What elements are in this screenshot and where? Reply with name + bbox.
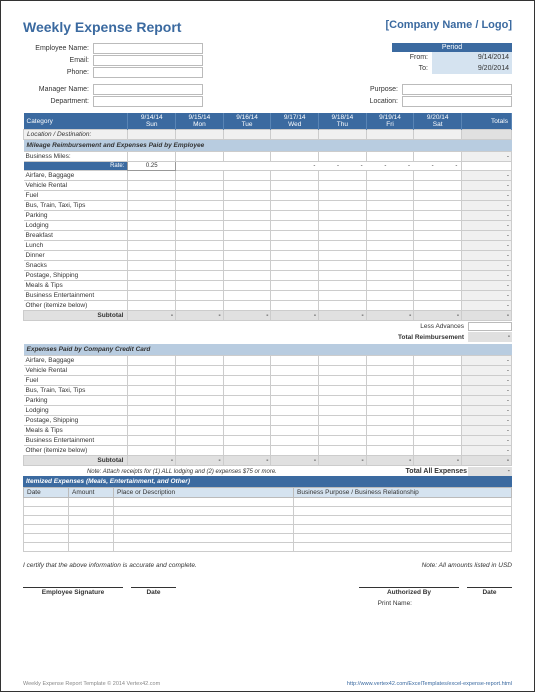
itemized-col-place: Place or Description (114, 488, 294, 498)
subtotal1-label: Subtotal (24, 311, 128, 321)
page-title: Weekly Expense Report (23, 19, 181, 35)
total-reimb-value: - (468, 332, 512, 342)
purpose-info-block: Purpose: Location: (352, 84, 512, 107)
itemized-col-date: Date (24, 488, 69, 498)
total-all-value: - (468, 467, 512, 476)
expense-row-label: Business Entertainment (24, 436, 128, 446)
location-field[interactable] (402, 96, 512, 107)
day-header-1: 9/15/14Mon (176, 113, 224, 130)
expense-row-label: Breakfast (24, 231, 128, 241)
purpose-label: Purpose: (352, 86, 402, 93)
expense-row-label: Business Entertainment (24, 291, 128, 301)
expense-row-label: Parking (24, 396, 128, 406)
expense-row-label: Bus, Train, Taxi, Tips (24, 201, 128, 211)
total-all-label: Total All Expenses (341, 467, 468, 476)
manager-name-field[interactable] (93, 84, 203, 95)
day-header-4: 9/18/14Thu (319, 113, 367, 130)
itemized-col-amount: Amount (69, 488, 114, 498)
itemized-table: Date Amount Place or Description Busines… (23, 487, 512, 552)
footer-copyright: Weekly Expense Report Template © 2014 Ve… (23, 681, 160, 687)
expense-row-label: Lodging (24, 406, 128, 416)
expense-table: Category9/14/14Sun9/15/14Mon9/16/14Tue9/… (23, 113, 512, 321)
expense-row-label: Lunch (24, 241, 128, 251)
department-field[interactable] (93, 96, 203, 107)
itemized-col-purpose: Business Purpose / Business Relationship (294, 488, 512, 498)
email-label: Email: (23, 57, 93, 64)
expense-row-label: Meals & Tips (24, 426, 128, 436)
expense-row-label: Other (itemize below) (24, 301, 128, 311)
employee-info-block: Employee Name: Email: Phone: (23, 43, 203, 78)
expense-row-label: Fuel (24, 376, 128, 386)
rate-value[interactable]: 0.25 (128, 162, 176, 171)
period-to-value[interactable]: 9/20/2014 (432, 63, 512, 74)
category-header: Category (24, 113, 128, 130)
day-header-5: 9/19/14Fri (366, 113, 414, 130)
section2-header: Expenses Paid by Company Credit Card (24, 344, 512, 356)
expense-row-label: Dinner (24, 251, 128, 261)
print-name-label: Print Name: (23, 600, 512, 607)
phone-label: Phone: (23, 69, 93, 76)
section1-header: Mileage Reimbursement and Expenses Paid … (24, 140, 512, 152)
day-header-2: 9/16/14Tue (223, 113, 271, 130)
email-field[interactable] (93, 55, 203, 66)
currency-note: Note: All amounts listed in USD (422, 562, 512, 569)
expense-row-label: Postage, Shipping (24, 416, 128, 426)
authorized-by-line: Authorized By (359, 587, 459, 596)
expense-row-label: Other (itemize below) (24, 446, 128, 456)
location-label: Location: (352, 98, 402, 105)
employee-name-field[interactable] (93, 43, 203, 54)
phone-field[interactable] (93, 67, 203, 78)
expense-row-label: Airfare, Baggage (24, 171, 128, 181)
expense-row-label: Lodging (24, 221, 128, 231)
period-box: Period From:9/14/2014 To:9/20/2014 (392, 43, 512, 78)
expense-row-label: Bus, Train, Taxi, Tips (24, 386, 128, 396)
rate-label: Rate: (24, 162, 128, 171)
company-logo-placeholder: [Company Name / Logo] (385, 19, 512, 31)
expense-row-label: Snacks (24, 261, 128, 271)
footer-url: http://www.vertex42.com/ExcelTemplates/e… (347, 681, 512, 687)
expense-row-label: Vehicle Rental (24, 366, 128, 376)
less-advances-value[interactable] (468, 322, 512, 331)
day-header-6: 9/20/14Sat (414, 113, 462, 130)
itemized-header: Itemized Expenses (Meals, Entertainment,… (23, 476, 512, 487)
subtotal2-label: Subtotal (24, 456, 128, 466)
less-advances-label: Less Advances (420, 323, 468, 330)
business-miles-label: Business Miles: (24, 152, 128, 162)
totals-header: Totals (462, 113, 512, 130)
employee-name-label: Employee Name: (23, 45, 93, 52)
period-from-label: From: (392, 54, 432, 61)
expense-row-label: Postage, Shipping (24, 271, 128, 281)
employee-sig-date: Date (131, 587, 176, 596)
day-header-0: 9/14/14Sun (128, 113, 176, 130)
purpose-field[interactable] (402, 84, 512, 95)
expense-row-label: Meals & Tips (24, 281, 128, 291)
manager-info-block: Manager Name: Department: (23, 84, 203, 107)
period-to-label: To: (392, 65, 432, 72)
employee-signature-line: Employee Signature (23, 587, 123, 596)
certify-text: I certify that the above information is … (23, 562, 197, 569)
authorized-date: Date (467, 587, 512, 596)
total-reimb-label: Total Reimbursement (398, 334, 468, 341)
receipts-note: Note: Attach receipts for (1) ALL lodgin… (23, 467, 341, 476)
expense-row-label: Airfare, Baggage (24, 356, 128, 366)
day-header-3: 9/17/14Wed (271, 113, 319, 130)
expense-row-label: Vehicle Rental (24, 181, 128, 191)
expense-row-label: Fuel (24, 191, 128, 201)
period-from-value[interactable]: 9/14/2014 (432, 52, 512, 63)
department-label: Department: (23, 98, 93, 105)
manager-name-label: Manager Name: (23, 86, 93, 93)
location-row-label: Location / Destination: (24, 130, 128, 140)
expense-row-label: Parking (24, 211, 128, 221)
period-header: Period (392, 43, 512, 52)
